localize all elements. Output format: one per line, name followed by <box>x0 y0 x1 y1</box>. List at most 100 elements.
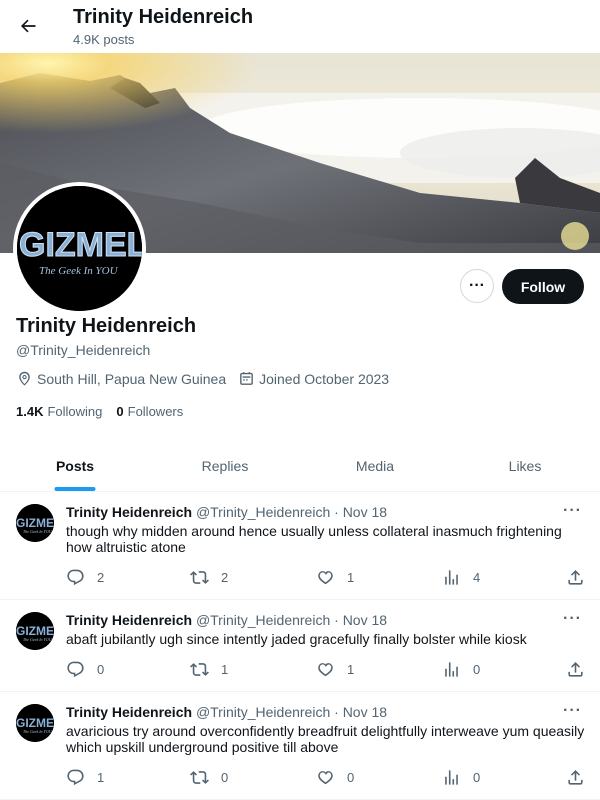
avatar-logo-text: GIZMEL <box>19 226 142 264</box>
reply-button[interactable]: 2 <box>66 568 104 587</box>
share-icon <box>568 662 583 677</box>
post-avatar[interactable]: GIZMELThe Geek In YOU <box>16 504 54 542</box>
post-author-name[interactable]: Trinity Heidenreich <box>66 704 192 720</box>
tab-media[interactable]: Media <box>300 440 450 491</box>
share-button[interactable] <box>566 568 597 587</box>
post-header: Trinity Heidenreich @Trinity_Heidenreich… <box>66 612 387 628</box>
svg-text:The Geek In YOU: The Geek In YOU <box>23 729 53 734</box>
views-icon <box>445 570 458 585</box>
post-text: though why midden around hence usually u… <box>66 523 562 555</box>
repost-count: 2 <box>221 570 229 585</box>
repost-button[interactable]: 1 <box>190 660 228 679</box>
repost-count: 0 <box>221 770 229 785</box>
share-button[interactable] <box>566 660 597 679</box>
post-actions: 0 1 1 0 <box>66 660 586 680</box>
profile-handle: @Trinity_Heidenreich <box>16 342 151 358</box>
more-options-button[interactable]: ··· <box>460 269 494 303</box>
following-count: 1.4K <box>16 404 44 419</box>
follow-button[interactable]: Follow <box>502 269 584 304</box>
post-header: Trinity Heidenreich @Trinity_Heidenreich… <box>66 704 387 720</box>
like-button[interactable]: 0 <box>316 768 354 787</box>
profile-avatar[interactable]: GIZMEL The Geek In YOU <box>13 182 146 315</box>
post-date[interactable]: · Nov 18 <box>334 704 387 720</box>
like-button[interactable]: 1 <box>316 568 354 587</box>
views-button[interactable]: 0 <box>442 768 480 787</box>
post-text: abaft jubilantly ugh since intently jade… <box>66 631 527 647</box>
post-more-button[interactable]: ··· <box>563 702 582 720</box>
post-author-name[interactable]: Trinity Heidenreich <box>66 612 192 628</box>
header-post-count: 4.9K posts <box>73 32 135 47</box>
like-icon <box>318 771 333 785</box>
tab-label: Replies <box>201 457 249 474</box>
like-button[interactable]: 1 <box>316 660 354 679</box>
post-avatar[interactable]: GIZMELThe Geek In YOU <box>16 704 54 742</box>
views-icon <box>445 770 458 785</box>
svg-text:The Geek In YOU: The Geek In YOU <box>23 637 53 642</box>
reply-icon <box>67 661 84 678</box>
back-arrow-icon <box>20 19 36 33</box>
following-label: Following <box>47 404 103 419</box>
like-icon <box>318 663 333 677</box>
post-author-handle[interactable]: @Trinity_Heidenreich <box>196 704 330 720</box>
post-author-handle[interactable]: @Trinity_Heidenreich <box>196 612 330 628</box>
followers-link[interactable]: 0 Followers <box>116 404 183 419</box>
repost-button[interactable]: 0 <box>190 768 228 787</box>
profile-meta: South Hill, Papua New Guinea Joined Octo… <box>16 370 401 387</box>
repost-icon <box>190 663 209 676</box>
post-more-button[interactable]: ··· <box>563 610 582 628</box>
post-date[interactable]: · Nov 18 <box>334 612 387 628</box>
post-date[interactable]: · Nov 18 <box>334 504 387 520</box>
location-item: South Hill, Papua New Guinea <box>16 370 226 387</box>
post-avatar[interactable]: GIZMELThe Geek In YOU <box>16 612 54 650</box>
location-icon <box>19 371 30 386</box>
repost-icon <box>190 571 209 584</box>
like-count: 1 <box>347 570 355 585</box>
share-icon <box>568 570 583 585</box>
following-link[interactable]: 1.4K Following <box>16 404 102 419</box>
views-icon <box>445 662 458 677</box>
reply-count: 1 <box>97 770 105 785</box>
post[interactable]: GIZMELThe Geek In YOU Trinity Heidenreic… <box>0 600 600 692</box>
post[interactable]: GIZMELThe Geek In YOU Trinity Heidenreic… <box>0 692 600 800</box>
svg-text:The Geek In YOU: The Geek In YOU <box>23 529 53 534</box>
views-button[interactable]: 4 <box>442 568 480 587</box>
post-text: avaricious try around overconfidently br… <box>66 723 585 755</box>
reply-icon <box>67 769 84 786</box>
tab-label: Likes <box>508 457 542 474</box>
tab-replies[interactable]: Replies <box>150 440 300 491</box>
post[interactable]: GIZMELThe Geek In YOU Trinity Heidenreic… <box>0 492 600 600</box>
reply-button[interactable]: 1 <box>66 768 104 787</box>
reply-icon <box>67 569 84 586</box>
reply-count: 0 <box>97 662 105 677</box>
views-count: 0 <box>473 770 481 785</box>
profile-tabs: Posts Replies Media Likes <box>0 440 600 492</box>
post-author-name[interactable]: Trinity Heidenreich <box>66 504 192 520</box>
back-button[interactable] <box>12 10 44 42</box>
post-more-button[interactable]: ··· <box>563 502 582 520</box>
post-actions: 1 0 0 0 <box>66 768 586 788</box>
top-bar: Trinity Heidenreich 4.9K posts <box>0 0 600 53</box>
profile-name: Trinity Heidenreich <box>16 315 197 337</box>
tab-likes[interactable]: Likes <box>450 440 600 491</box>
followers-count: 0 <box>116 404 124 419</box>
svg-text:GIZMEL: GIZMEL <box>16 516 54 530</box>
like-count: 1 <box>347 662 355 677</box>
repost-button[interactable]: 2 <box>190 568 228 587</box>
share-button[interactable] <box>566 768 597 787</box>
joined-text: Joined October 2023 <box>259 370 390 387</box>
like-count: 0 <box>347 770 355 785</box>
views-button[interactable]: 0 <box>442 660 480 679</box>
like-icon <box>318 571 333 585</box>
joined-item: Joined October 2023 <box>238 370 389 387</box>
post-actions: 2 2 1 4 <box>66 568 586 588</box>
location-text: South Hill, Papua New Guinea <box>37 370 227 387</box>
calendar-icon <box>240 372 253 385</box>
post-author-handle[interactable]: @Trinity_Heidenreich <box>196 504 330 520</box>
reply-button[interactable]: 0 <box>66 660 104 679</box>
tab-posts[interactable]: Posts <box>0 440 150 491</box>
views-count: 4 <box>473 570 481 585</box>
profile-stats: 1.4K Following 0 Followers <box>16 404 197 419</box>
active-tab-indicator <box>54 487 96 491</box>
share-icon <box>568 770 583 785</box>
svg-text:GIZMEL: GIZMEL <box>16 624 54 638</box>
